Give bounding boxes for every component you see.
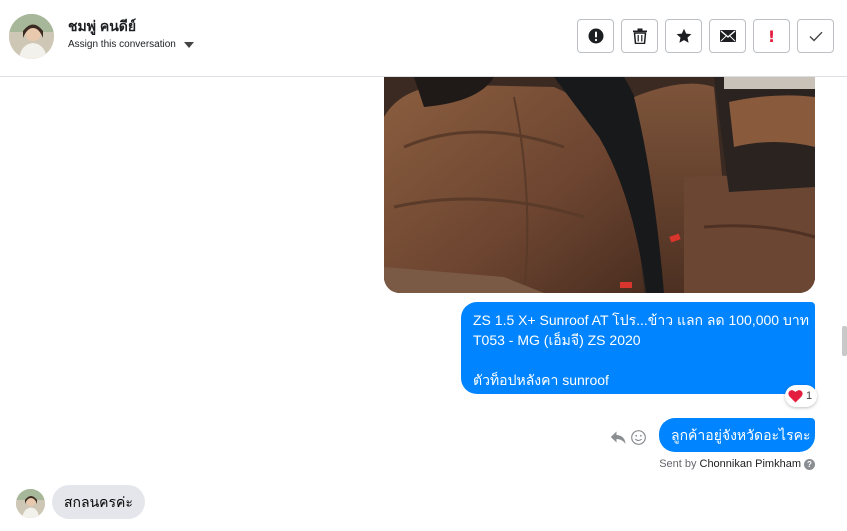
sent-by-agent: Chonnikan Pimkham — [699, 458, 802, 470]
contact-avatar[interactable] — [9, 14, 54, 59]
outgoing-message-bubble[interactable]: ZS 1.5 X+ Sunroof AT โปร...ข้าว แลก ลด 1… — [461, 302, 815, 394]
help-icon[interactable]: ? — [804, 458, 815, 470]
sent-by-label: Sent by Chonnikan Pimkham ? — [659, 458, 815, 470]
mark-unread-button[interactable] — [709, 19, 746, 53]
assign-label: Assign this conversation — [68, 39, 176, 50]
message-line: ตัวท็อปหลังคา sunroof — [473, 372, 609, 388]
check-icon — [809, 31, 823, 41]
caret-down-icon — [183, 42, 194, 48]
assign-conversation-dropdown[interactable]: Assign this conversation — [68, 39, 194, 50]
exclamation-icon: ! — [767, 26, 776, 46]
conversation-toolbar: ! — [577, 19, 834, 53]
reaction-count: 1 — [806, 390, 813, 402]
alert-circle-icon — [588, 28, 603, 44]
star-button[interactable] — [665, 19, 702, 53]
message-hover-actions — [610, 430, 646, 445]
delete-button[interactable] — [621, 19, 658, 53]
incoming-message-bubble[interactable]: สกลนครค่ะ — [52, 485, 145, 519]
heart-icon — [788, 390, 803, 403]
scrollbar-thumb[interactable] — [842, 326, 847, 356]
flag-important-button[interactable]: ! — [753, 19, 790, 53]
outgoing-message-bubble[interactable]: ลูกค้าอยู่จังหวัดอะไรคะ — [659, 418, 815, 452]
contact-avatar-small[interactable] — [16, 489, 45, 518]
sent-by-prefix: Sent by — [659, 458, 697, 470]
report-spam-button[interactable] — [577, 19, 614, 53]
mark-done-button[interactable] — [797, 19, 834, 53]
conversation-header: ชมพู่ คนดีย์ Assign this conversation ! — [0, 0, 847, 77]
trash-icon — [632, 28, 647, 44]
envelope-icon — [719, 30, 736, 42]
star-icon — [676, 28, 691, 43]
contact-name: ชมพู่ คนดีย์ — [68, 18, 137, 34]
reply-icon[interactable] — [610, 431, 626, 445]
message-line: ZS 1.5 X+ Sunroof AT โปร...ข้าว แลก ลด 1… — [473, 312, 809, 328]
message-line: T053 - MG (เอ็มจี) ZS 2020 — [473, 332, 641, 348]
message-reaction[interactable]: 1 — [785, 385, 818, 407]
smiley-icon[interactable] — [631, 430, 646, 445]
car-interior-photo[interactable] — [384, 77, 815, 293]
